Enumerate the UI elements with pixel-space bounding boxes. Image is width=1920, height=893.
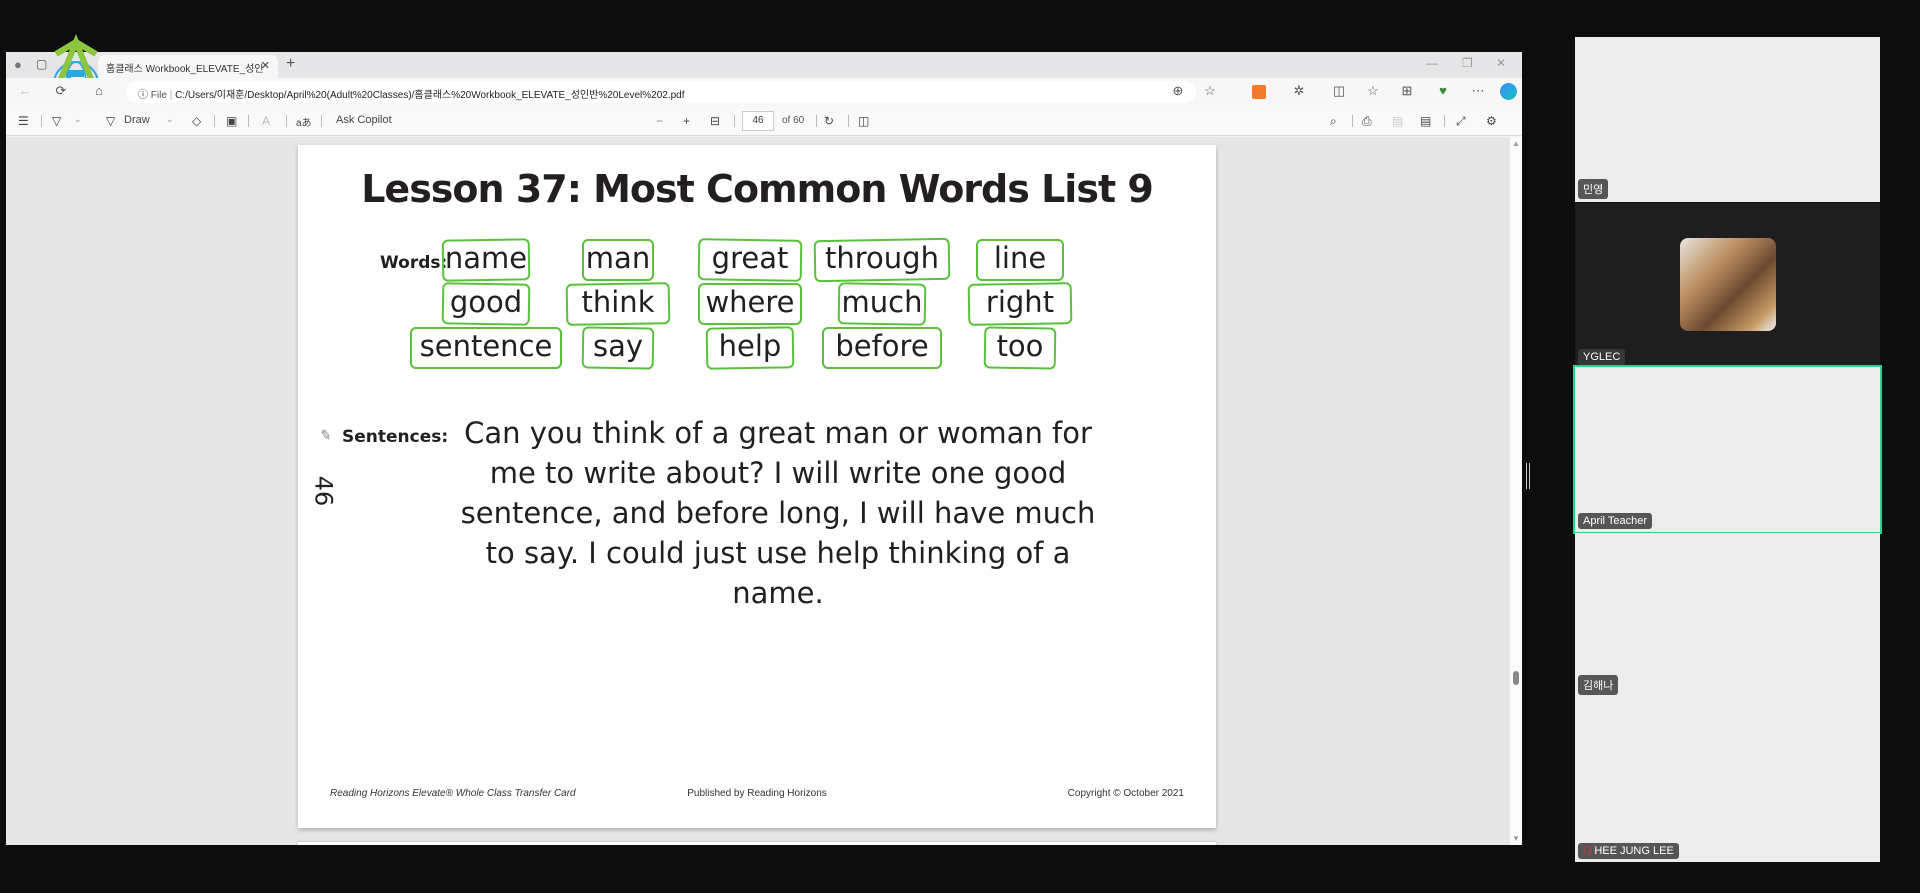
ink-annotation-circle[interactable]: [441, 282, 531, 326]
participant-name: April Teacher: [1578, 513, 1652, 529]
footer-right: Copyright © October 2021: [1067, 788, 1184, 799]
participant-avatar: [1680, 238, 1776, 331]
draw-icon[interactable]: ▽: [106, 114, 115, 128]
zoom-in-button[interactable]: +: [683, 114, 690, 128]
favorite-star-icon[interactable]: ☆: [1201, 83, 1219, 99]
participant-tile[interactable]: YGLEC: [1575, 203, 1880, 368]
ink-annotation-circle[interactable]: [582, 239, 654, 281]
ink-annotation-circle[interactable]: [837, 282, 927, 326]
ink-annotation-circle[interactable]: [813, 237, 951, 283]
eraser-icon[interactable]: ◇: [192, 114, 201, 128]
page-number: 46: [309, 475, 338, 507]
ask-copilot-button[interactable]: Ask Copilot: [336, 114, 392, 126]
ink-annotation-circle[interactable]: [410, 327, 562, 369]
participant-name: YGLEC: [1578, 349, 1626, 365]
zoom-out-button[interactable]: −: [656, 114, 663, 128]
tab-title: 홈클래스 Workbook_ELEVATE_성인: [106, 64, 264, 75]
split-screen-icon[interactable]: ◫: [1330, 83, 1348, 99]
scroll-up-icon[interactable]: ▲: [1512, 139, 1520, 148]
pencil-icon: ✎: [318, 426, 334, 444]
participant-tile[interactable]: 민영: [1575, 37, 1880, 202]
browser-window: ● ▢ 홈클래스 Workbook_ELEVATE_성인 ✕ + — ❐ ✕ ←…: [6, 34, 1522, 845]
address-input[interactable]: ⓘ File | C:/Users/이재훈/Desktop/April%20(A…: [126, 81, 1196, 103]
participant-tile[interactable]: April Teacher: [1573, 365, 1882, 534]
participant-name: 🎙̸ HEE JUNG LEE: [1578, 843, 1679, 859]
ink-annotation-circle[interactable]: [565, 282, 671, 326]
draw-button[interactable]: Draw: [124, 114, 150, 126]
extension-icon[interactable]: [1252, 85, 1266, 99]
back-icon[interactable]: ←: [16, 83, 34, 98]
tab-strip: ● ▢ 홈클래스 Workbook_ELEVATE_성인 ✕ + — ❐ ✕: [6, 52, 1522, 78]
participant-name: 김해나: [1578, 675, 1619, 695]
ink-annotation-circle[interactable]: [698, 283, 802, 325]
fit-page-icon[interactable]: ⊟: [710, 114, 720, 128]
close-tab-icon[interactable]: ✕: [261, 59, 270, 72]
sentences-label: Sentences:: [342, 427, 449, 447]
highlight-dropdown-icon[interactable]: ⌄: [74, 114, 82, 125]
save-icon[interactable]: ▤: [1392, 114, 1403, 128]
ink-annotation-circle[interactable]: [983, 326, 1057, 370]
fullscreen-icon[interactable]: ⤢: [1456, 114, 1466, 129]
text-box-icon[interactable]: ▣: [226, 114, 237, 128]
next-pdf-page: [298, 842, 1216, 845]
address-bar-row: ← ⟳ ⌂ ⓘ File | C:/Users/이재훈/Desktop/Apri…: [6, 78, 1522, 106]
site-info-icon[interactable]: ⓘ: [138, 90, 148, 101]
collections-icon[interactable]: ⊞: [1398, 83, 1416, 99]
settings-gear-icon[interactable]: ⚙: [1486, 114, 1497, 128]
scrollbar-thumb[interactable]: [1513, 671, 1519, 685]
scroll-down-icon[interactable]: ▼: [1512, 834, 1520, 843]
close-window-button[interactable]: ✕: [1496, 56, 1506, 70]
participant-name-text: 민영: [1583, 184, 1604, 196]
pdf-page: Lesson 37: Most Common Words List 9 Word…: [298, 145, 1216, 828]
translate-icon[interactable]: aあ: [296, 114, 312, 129]
contents-icon[interactable]: ☰: [18, 114, 29, 128]
tab-active-pdf[interactable]: 홈클래스 Workbook_ELEVATE_성인 ✕: [98, 55, 278, 78]
rotate-icon[interactable]: ↻: [824, 114, 834, 128]
pdf-viewer: Lesson 37: Most Common Words List 9 Word…: [6, 137, 1510, 845]
participant-name-text: YGLEC: [1583, 351, 1621, 363]
extensions-puzzle-icon[interactable]: ✲: [1290, 83, 1308, 99]
ink-annotation-circle[interactable]: [822, 327, 942, 369]
restore-button[interactable]: ❐: [1462, 56, 1473, 70]
ink-annotation-circle[interactable]: [705, 326, 795, 370]
home-icon[interactable]: ⌂: [90, 83, 108, 98]
ink-annotation-circle[interactable]: [441, 238, 531, 282]
page-number-input[interactable]: 46: [742, 111, 774, 131]
pdf-toolbar: ☰ ▽ ⌄ ▽ Draw ⌄ ◇ ▣ A aあ Ask Copilot − + …: [6, 106, 1522, 136]
participant-name-text: April Teacher: [1583, 515, 1647, 527]
ink-annotation-circle[interactable]: [581, 326, 655, 370]
ink-annotation-circle[interactable]: [967, 282, 1073, 326]
copilot-icon[interactable]: [1500, 83, 1517, 100]
lesson-title: Lesson 37: Most Common Words List 9: [361, 167, 1154, 211]
participant-name-text: 김해나: [1583, 680, 1614, 692]
search-icon[interactable]: ⌕: [1330, 114, 1337, 129]
panel-splitter-handle[interactable]: [1526, 463, 1530, 489]
settings-more-icon[interactable]: ⋯: [1469, 83, 1487, 99]
participant-tile[interactable]: 김해나: [1575, 533, 1880, 698]
print-icon[interactable]: ⎙: [1362, 114, 1372, 129]
browser-essentials-icon[interactable]: ♥: [1434, 83, 1452, 98]
draw-dropdown-icon[interactable]: ⌄: [166, 114, 174, 125]
total-pages: of 60: [782, 115, 805, 126]
sentence-text: Can you think of a great man or woman fo…: [460, 416, 1096, 610]
new-tab-button[interactable]: +: [286, 55, 295, 73]
minimize-button[interactable]: —: [1426, 56, 1438, 70]
address-url: C:/Users/이재훈/Desktop/April%20(Adult%20Cl…: [175, 90, 685, 101]
ink-annotation-circle[interactable]: [976, 239, 1064, 281]
highlight-icon[interactable]: ▽: [52, 114, 61, 128]
zoom-icon[interactable]: ⊕: [1169, 83, 1187, 99]
participant-name: 민영: [1578, 179, 1609, 199]
page-view-icon[interactable]: ◫: [858, 114, 869, 128]
address-prefix: File: [150, 90, 167, 101]
muted-mic-icon: 🎙̸: [1583, 845, 1595, 857]
participant-tile[interactable]: 🎙̸ HEE JUNG LEE: [1575, 697, 1880, 862]
vertical-scrollbar[interactable]: ▲ ▼: [1510, 137, 1522, 845]
ink-annotation-circle[interactable]: [697, 238, 803, 282]
save-as-icon[interactable]: ▤: [1420, 114, 1431, 128]
refresh-icon[interactable]: ⟳: [52, 83, 70, 99]
favorites-icon[interactable]: ☆: [1364, 83, 1382, 99]
participant-name-text: HEE JUNG LEE: [1594, 845, 1674, 857]
read-aloud-icon[interactable]: A: [262, 114, 270, 128]
profile-icon[interactable]: ●: [14, 57, 22, 72]
